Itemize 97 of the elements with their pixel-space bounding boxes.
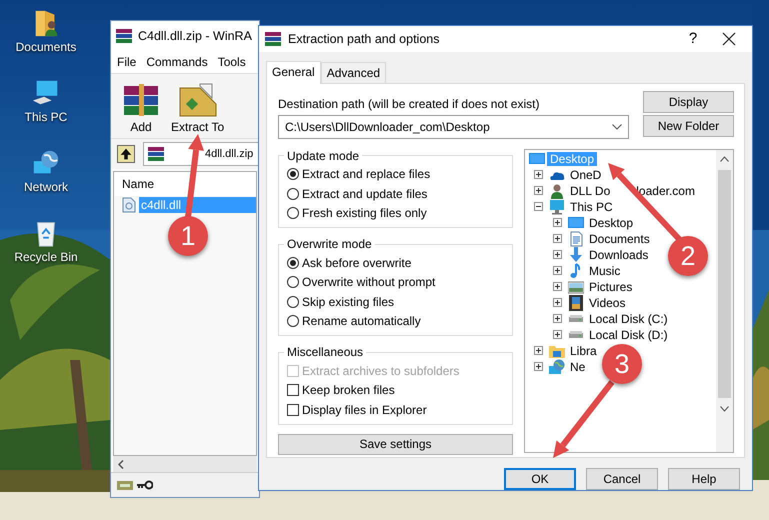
radio-button[interactable]: [287, 256, 299, 269]
expand-icon[interactable]: [553, 250, 562, 260]
expand-icon[interactable]: [534, 170, 543, 180]
menu-item[interactable]: Tools: [218, 55, 246, 69]
tree-item[interactable]: Downloads: [586, 248, 652, 262]
path-combo-box[interactable]: C:\Users\DllDownloader_com\Desktop: [278, 114, 629, 139]
folder-icon: [178, 82, 218, 118]
expand-icon[interactable]: [534, 346, 543, 356]
scrollbar[interactable]: [113, 456, 257, 472]
down-arrow-icon: [568, 246, 584, 263]
radio-option[interactable]: Ask before overwrite: [287, 253, 504, 272]
expand-icon[interactable]: [553, 282, 562, 292]
monitor-icon: [529, 150, 545, 167]
close-icon[interactable]: [722, 32, 736, 46]
tree-item[interactable]: OneD: [567, 168, 604, 182]
scrollbar[interactable]: [716, 150, 733, 452]
tree-item[interactable]: Documents: [586, 232, 653, 246]
radio-button[interactable]: [287, 276, 299, 288]
tab[interactable]: Advanced: [320, 62, 386, 83]
tree-item[interactable]: This PC: [567, 200, 616, 214]
checkbox-option[interactable]: Display files in Explorer: [287, 400, 504, 419]
menu-item[interactable]: Commands: [146, 55, 208, 69]
checkbox[interactable]: [287, 384, 299, 396]
books-icon: [147, 145, 165, 163]
tree-item[interactable]: DLL Do: [567, 184, 614, 198]
tree-item[interactable]: Local Disk (D:): [586, 328, 671, 342]
expand-icon[interactable]: [553, 234, 562, 244]
radio-option[interactable]: Overwrite without prompt: [287, 272, 504, 292]
tree-item[interactable]: Libra: [567, 344, 600, 358]
drive-icon: [568, 314, 584, 323]
tree-item[interactable]: Desktop: [586, 216, 636, 230]
key-icon: [137, 480, 153, 490]
radio-button[interactable]: [287, 168, 299, 180]
radio-button[interactable]: [287, 188, 299, 200]
document-icon: [568, 230, 584, 247]
radio-button[interactable]: [287, 207, 299, 220]
path-field[interactable]: 4dll.dll.zip: [143, 142, 259, 166]
checkbox[interactable]: [287, 404, 299, 416]
expand-icon[interactable]: [534, 362, 543, 372]
drive-icon: [117, 479, 133, 491]
chevron-down-icon[interactable]: [612, 124, 622, 130]
desktop-icon-label[interactable]: Documents: [16, 40, 76, 54]
toolbar-button[interactable]: Add: [121, 82, 161, 134]
globe-icon: [549, 358, 565, 375]
expand-icon[interactable]: [553, 266, 562, 276]
monitor-icon: [549, 198, 565, 215]
books-icon: [115, 27, 133, 45]
radio-button[interactable]: [287, 296, 299, 308]
collapse-icon[interactable]: [534, 202, 543, 212]
tree-item[interactable]: Videos: [586, 296, 628, 310]
group-title: Overwrite mode: [286, 237, 373, 252]
expand-icon[interactable]: [553, 298, 562, 308]
tab[interactable]: General: [266, 60, 321, 84]
dialog-button[interactable]: Cancel: [586, 468, 658, 490]
drive-icon: [568, 330, 584, 339]
group-title: Update mode: [286, 148, 360, 163]
window-title: C4dll.dll.zip - WinRA: [138, 29, 252, 43]
menu-item[interactable]: File: [117, 55, 136, 69]
books-icon: [264, 30, 282, 48]
radio-option[interactable]: Fresh existing files only: [287, 204, 504, 222]
help-button[interactable]: ?: [678, 30, 708, 48]
radio-option[interactable]: Rename automatically: [287, 312, 504, 330]
radio-option[interactable]: Extract and replace files: [287, 164, 504, 184]
field-label: Destination path (will be created if does not exist): [278, 96, 540, 111]
tree-item[interactable]: Local Disk (C:): [586, 312, 671, 326]
window-title: Extraction path and options: [288, 32, 440, 46]
tree-item-text: loader.com: [635, 184, 696, 198]
film-icon: [568, 294, 584, 311]
expand-icon[interactable]: [553, 218, 562, 228]
expand-icon[interactable]: [534, 186, 543, 196]
dialog-button[interactable]: OK: [504, 468, 576, 490]
tree-item[interactable]: Music: [586, 264, 624, 278]
books-icon: [121, 82, 161, 118]
tree-item[interactable]: Pictures: [586, 280, 636, 294]
side-button[interactable]: Display: [643, 90, 734, 113]
person-icon: [549, 182, 565, 199]
chevron-down-icon[interactable]: [720, 406, 729, 412]
landscape-icon: [568, 278, 584, 295]
side-button[interactable]: New Folder: [643, 114, 734, 137]
radio-button[interactable]: [287, 315, 299, 328]
tree-item[interactable]: Ne: [567, 360, 588, 374]
desktop-icon-label[interactable]: Network: [24, 180, 68, 194]
save-settings-button[interactable]: Save settings: [278, 434, 513, 455]
expand-icon[interactable]: [553, 314, 562, 324]
desktop-icon-label[interactable]: This PC: [24, 110, 68, 124]
file-icon: [122, 197, 136, 213]
expand-icon[interactable]: [553, 330, 562, 340]
dialog-button[interactable]: Help: [668, 468, 740, 490]
desktop-icon-label[interactable]: Recycle Bin: [14, 250, 78, 264]
group-title: Miscellaneous: [286, 345, 364, 360]
monitor-icon: [568, 214, 584, 231]
checkbox-option[interactable]: Keep broken files: [287, 380, 504, 400]
column-header[interactable]: Name: [122, 177, 154, 191]
radio-option[interactable]: Extract and update files: [287, 184, 504, 203]
chevron-up-icon[interactable]: [720, 156, 729, 162]
toolbar-button[interactable]: Extract To: [171, 82, 224, 134]
radio-option[interactable]: Skip existing files: [287, 292, 504, 311]
